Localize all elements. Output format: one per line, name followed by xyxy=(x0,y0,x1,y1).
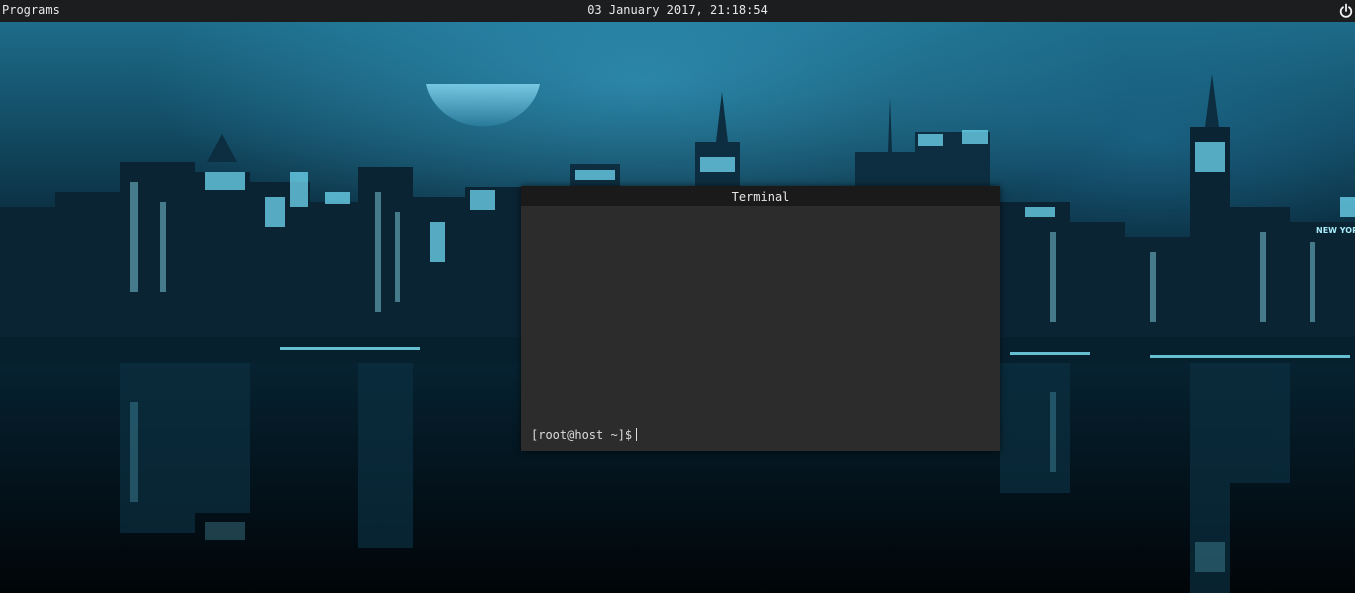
terminal-window[interactable]: Terminal [root@host ~]$ xyxy=(521,186,1000,451)
terminal-titlebar[interactable]: Terminal xyxy=(521,186,1000,206)
text-cursor xyxy=(636,428,638,441)
top-panel: Programs 03 January 2017, 21:18:54 xyxy=(0,0,1355,22)
terminal-content[interactable] xyxy=(521,206,1000,451)
terminal-prompt: [root@host ~]$ xyxy=(531,428,633,442)
building-sign: NEW YORKER xyxy=(1316,226,1355,235)
power-icon[interactable] xyxy=(1339,0,1355,22)
clock: 03 January 2017, 21:18:54 xyxy=(587,3,768,17)
terminal-title: Terminal xyxy=(731,190,790,204)
programs-menu-button[interactable]: Programs xyxy=(2,3,60,17)
terminal-prompt-line[interactable]: [root@host ~]$ xyxy=(531,428,638,442)
